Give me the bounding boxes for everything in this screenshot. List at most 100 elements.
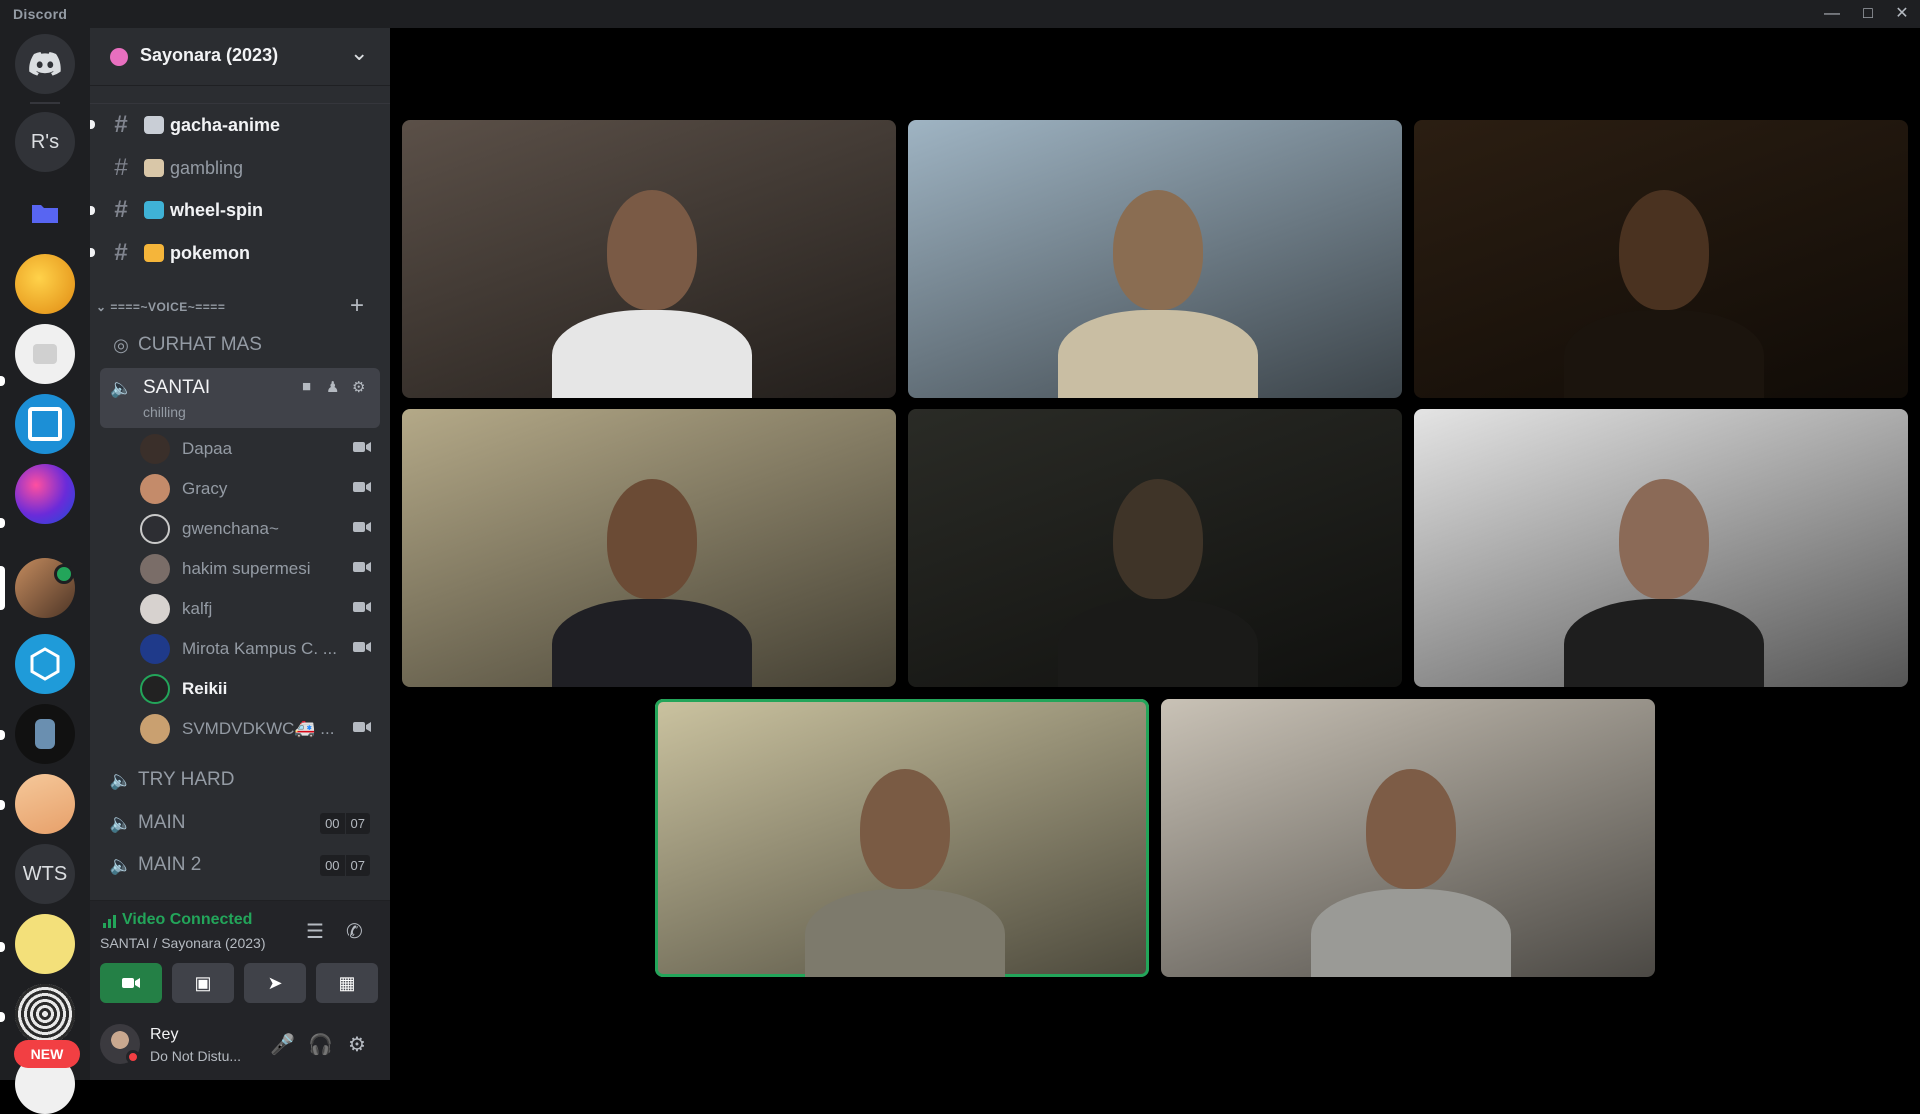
member-name: SVMDVDKWC🚑 ...	[182, 719, 335, 738]
title-bar: Discord — □ ✕	[0, 0, 1920, 28]
user-count-badge: 00	[320, 812, 345, 834]
signal-icon[interactable]	[102, 913, 118, 929]
server-spiral-icon[interactable]	[15, 984, 75, 1044]
person-head	[1619, 479, 1709, 599]
channel-gacha-anime[interactable]: # gacha-anime	[100, 106, 380, 144]
user-limit-badge: 07	[345, 812, 370, 834]
user-panel: Rey Do Not Distu... 🎤 🎧 ⚙	[90, 1012, 390, 1080]
new-badge[interactable]: NEW	[14, 1040, 80, 1068]
discord-home-icon[interactable]	[15, 34, 75, 94]
gear-icon[interactable]: ⚙	[348, 1032, 366, 1057]
member-name: Reikii	[182, 679, 228, 698]
guild-icon	[110, 48, 128, 66]
server-duck-icon[interactable]	[15, 914, 75, 974]
wheel-emoji-icon	[144, 201, 164, 219]
video-tile-speaking[interactable]	[655, 699, 1149, 977]
microphone-icon[interactable]: 🎤	[270, 1032, 295, 1057]
server-paper-icon[interactable]	[15, 324, 75, 384]
avatar	[140, 514, 170, 544]
headphones-icon[interactable]: 🎧	[308, 1032, 333, 1057]
server-anime-icon[interactable]	[15, 774, 75, 834]
channel-name: gambling	[170, 157, 244, 178]
voice-member[interactable]: SVMDVDKWC🚑 ...	[140, 711, 380, 747]
server-galaxy-icon[interactable]	[15, 464, 75, 524]
channel-name: TRY HARD	[138, 769, 235, 790]
user-count-badge: 00	[320, 854, 345, 876]
voice-channel-main-2[interactable]: 🔈 MAIN 2 00 07	[100, 846, 380, 884]
video-tile[interactable]	[908, 409, 1402, 687]
close-icon[interactable]: ✕	[1884, 2, 1920, 26]
video-tile[interactable]	[1414, 120, 1908, 398]
add-channel-icon[interactable]: +	[350, 292, 364, 320]
server-wts-label: WTS	[22, 862, 68, 885]
user-status[interactable]: Do Not Distu...	[150, 1048, 241, 1064]
person-body	[1311, 889, 1511, 977]
video-camera-icon	[122, 978, 140, 988]
channel-wheel-spin[interactable]: # wheel-spin	[100, 191, 380, 229]
screen-share-icon: ▣	[194, 972, 212, 993]
person-head	[1366, 769, 1456, 889]
chat-icon[interactable]: ■	[302, 378, 311, 395]
dice-emoji-icon	[144, 116, 164, 134]
dnd-status-icon	[126, 1050, 140, 1064]
channel-name: gacha-anime	[170, 114, 281, 135]
speaker-icon: 🔈	[109, 812, 133, 833]
minimize-icon[interactable]: —	[1814, 2, 1850, 26]
voice-category[interactable]: ⌄ ====~VOICE~====	[96, 300, 225, 314]
video-tile[interactable]	[1414, 409, 1908, 687]
video-tile[interactable]	[1161, 699, 1655, 977]
member-name: hakim supermesi	[182, 559, 311, 578]
server-blue-square-icon[interactable]	[15, 394, 75, 454]
voice-status[interactable]: Video Connected	[122, 911, 252, 929]
voice-member[interactable]: Reikii	[140, 671, 380, 707]
voice-member[interactable]: kalfj	[140, 591, 380, 627]
server-hexagon-icon[interactable]	[15, 634, 75, 694]
gear-icon[interactable]: ⚙	[352, 378, 365, 396]
guild-header[interactable]: Sayonara (2023) ⌄	[90, 28, 390, 86]
voice-member[interactable]: hakim supermesi	[140, 551, 380, 587]
avatar	[140, 714, 170, 744]
person-body	[552, 310, 752, 398]
channel-pokemon[interactable]: # pokemon	[100, 234, 380, 272]
invite-icon[interactable]: ♟	[326, 378, 339, 396]
server-mango-icon[interactable]	[15, 254, 75, 314]
server-rs[interactable]: R's	[15, 112, 75, 172]
server-wts[interactable]: WTS	[15, 844, 75, 904]
member-name: Mirota Kampus C. ...	[182, 639, 337, 658]
user-name[interactable]: Rey	[150, 1026, 178, 1044]
disconnect-icon[interactable]: ✆	[346, 919, 363, 944]
folder-icon[interactable]	[15, 184, 75, 244]
avatar	[140, 434, 170, 464]
screen-share-button[interactable]: ▣	[172, 963, 234, 1003]
video-tile[interactable]	[402, 120, 896, 398]
video-tile[interactable]	[908, 120, 1402, 398]
voice-member[interactable]: Dapaa	[140, 431, 380, 467]
person-head	[607, 190, 697, 310]
voice-member[interactable]: Gracy	[140, 471, 380, 507]
voice-channel-main[interactable]: 🔈 MAIN 00 07	[100, 804, 380, 842]
video-tile[interactable]	[402, 409, 896, 687]
voice-channel-try-hard[interactable]: 🔈 TRY HARD	[100, 761, 380, 799]
user-limit-badge: 07	[345, 854, 370, 876]
person-body	[1564, 599, 1764, 687]
member-name: Gracy	[182, 479, 228, 498]
maximize-icon[interactable]: □	[1850, 2, 1886, 26]
avatar	[140, 634, 170, 664]
server-robot-icon[interactable]	[15, 704, 75, 764]
noise-suppression-icon[interactable]: ☰	[306, 919, 324, 944]
voice-location[interactable]: SANTAI / Sayonara (2023)	[100, 935, 265, 951]
unread-pill	[0, 730, 5, 740]
channel-gambling[interactable]: # gambling	[100, 149, 380, 187]
camera-button[interactable]	[100, 963, 162, 1003]
app-title: Discord	[13, 6, 68, 22]
voice-channel-curhat-mas[interactable]: ◎ CURHAT MAS	[100, 326, 380, 364]
voice-member[interactable]: Mirota Kampus C. ...	[140, 631, 380, 667]
voice-channel-santai[interactable]: 🔈 SANTAI chilling ■ ♟ ⚙	[100, 368, 380, 428]
avatar	[140, 594, 170, 624]
person-body	[552, 599, 752, 687]
channel-status: chilling	[143, 404, 186, 420]
soundboard-button[interactable]: ▦	[316, 963, 378, 1003]
voice-member[interactable]: gwenchana~	[140, 511, 380, 547]
activity-button[interactable]: ➤	[244, 963, 306, 1003]
slot-machine-emoji-icon	[144, 159, 164, 177]
